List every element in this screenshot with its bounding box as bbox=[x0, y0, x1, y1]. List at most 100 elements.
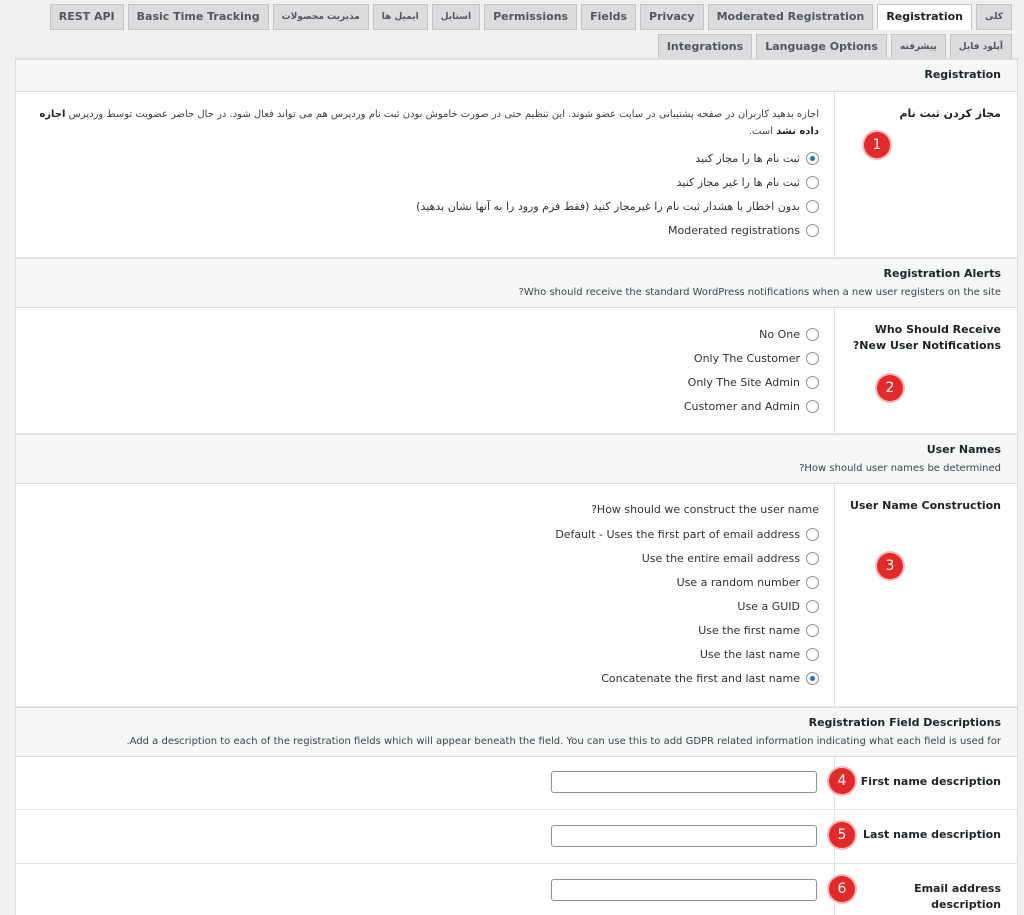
column-divider bbox=[834, 308, 835, 433]
radio-button[interactable] bbox=[806, 399, 819, 413]
step-badge: 3 bbox=[877, 553, 903, 579]
last-name-description-input[interactable] bbox=[551, 825, 817, 847]
option-label: No One bbox=[759, 327, 800, 341]
notifications-label: Who Should Receive New User Notification… bbox=[852, 323, 1001, 352]
tab-11[interactable]: آپلود فایل bbox=[949, 34, 1012, 60]
option-label: بدون اخطار یا هشدار ثبت نام را غیرمجاز ک… bbox=[416, 199, 800, 213]
option-label: Use a GUID bbox=[737, 599, 800, 613]
username-construction-options: Default - Uses the first part of email a… bbox=[555, 522, 819, 690]
tab-8[interactable]: مدیریت محصولات bbox=[272, 4, 369, 30]
option-label: Use the last name bbox=[699, 647, 800, 661]
username-construction-option[interactable]: Concatenate the first and last name bbox=[555, 666, 819, 690]
username-construction-option[interactable]: Use a random number bbox=[555, 570, 819, 594]
radio-button[interactable] bbox=[806, 351, 819, 365]
section-user-names: User Names How should user names be dete… bbox=[16, 434, 1017, 484]
tab-0[interactable]: کلی bbox=[975, 4, 1012, 30]
tab-13[interactable]: Language Options bbox=[756, 34, 887, 60]
first-name-description-input[interactable] bbox=[551, 771, 817, 793]
tab-5[interactable]: Permissions bbox=[484, 4, 578, 30]
row-email-description: Email address description 6 bbox=[16, 864, 1017, 915]
step-badge: 2 bbox=[877, 375, 903, 401]
tab-3[interactable]: Privacy bbox=[640, 4, 704, 30]
option-label: Concatenate the first and last name bbox=[601, 671, 800, 685]
username-construction-option[interactable]: Use the entire email address bbox=[555, 546, 819, 570]
radio-button[interactable] bbox=[806, 151, 819, 165]
option-label: ثبت نام ها را غیر مجاز کنید bbox=[676, 175, 800, 189]
radio-button[interactable] bbox=[806, 527, 819, 541]
section-description: How should user names be determined? bbox=[799, 463, 1001, 474]
section-field-descriptions: Registration Field Descriptions Add a de… bbox=[16, 707, 1017, 757]
option-label: Use a random number bbox=[676, 575, 800, 589]
allow-registration-label: مجاز کردن ثبت نام bbox=[899, 107, 1001, 120]
option-label: Moderated registrations bbox=[668, 223, 800, 237]
tab-4[interactable]: Fields bbox=[581, 4, 637, 30]
radio-button[interactable] bbox=[806, 623, 819, 637]
step-badge: 5 bbox=[829, 822, 855, 848]
row-first-name-description: First name description 4 bbox=[16, 757, 1017, 810]
option-label: Only The Site Admin bbox=[687, 375, 800, 389]
username-construction-option[interactable]: Use the last name bbox=[555, 642, 819, 666]
radio-button[interactable] bbox=[806, 375, 819, 389]
radio-button[interactable] bbox=[806, 575, 819, 589]
tab-6[interactable]: استایل bbox=[431, 4, 481, 30]
username-question: How should we construct the user name? bbox=[591, 503, 819, 516]
section-title: Registration Alerts bbox=[883, 267, 1001, 280]
tab-2[interactable]: Moderated Registration bbox=[707, 4, 874, 30]
tab-9[interactable]: Basic Time Tracking bbox=[127, 4, 269, 30]
option-label: Use the first name bbox=[698, 623, 800, 637]
tab-14[interactable]: Integrations bbox=[657, 34, 753, 60]
option-label: Only The Customer bbox=[693, 351, 800, 365]
allow-registration-option[interactable]: ثبت نام ها را غیر مجاز کنید bbox=[416, 170, 819, 194]
description-text: اجازه بدهید کاربران در صفحه پشتیبانی در … bbox=[68, 109, 819, 120]
tab-1[interactable]: Registration bbox=[877, 4, 972, 30]
notifications-option[interactable]: Only The Site Admin bbox=[684, 370, 819, 394]
step-badge: 1 bbox=[864, 132, 890, 158]
radio-button[interactable] bbox=[806, 647, 819, 661]
column-divider bbox=[834, 484, 835, 706]
row-last-name-description: Last name description 5 bbox=[16, 810, 1017, 864]
section-description: Add a description to each of the registr… bbox=[126, 736, 1001, 747]
username-construction-option[interactable]: Use the first name bbox=[555, 618, 819, 642]
section-registration-alerts: Registration Alerts Who should receive t… bbox=[16, 258, 1017, 308]
tab-10[interactable]: REST API bbox=[49, 4, 124, 30]
section-title: User Names bbox=[926, 443, 1001, 456]
option-label: Default - Uses the first part of email a… bbox=[555, 527, 800, 541]
notifications-option[interactable]: No One bbox=[684, 322, 819, 346]
first-name-description-label: First name description bbox=[860, 775, 1001, 788]
row-username-construction: User Name Construction How should we con… bbox=[16, 484, 1017, 707]
allow-registration-option[interactable]: بدون اخطار یا هشدار ثبت نام را غیرمجاز ک… bbox=[416, 194, 819, 218]
last-name-description-label: Last name description bbox=[863, 828, 1001, 841]
allow-registration-option[interactable]: Moderated registrations bbox=[416, 218, 819, 242]
email-description-input[interactable] bbox=[551, 879, 817, 901]
radio-button[interactable] bbox=[806, 327, 819, 341]
username-construction-option[interactable]: Default - Uses the first part of email a… bbox=[555, 522, 819, 546]
username-construction-option[interactable]: Use a GUID bbox=[555, 594, 819, 618]
step-badge: 4 bbox=[829, 768, 855, 794]
description-tail: است. bbox=[748, 126, 774, 137]
row-allow-registration: مجاز کردن ثبت نام اجازه بدهید کاربران در… bbox=[16, 92, 1017, 258]
allow-registration-options: ثبت نام ها را مجاز کنید ثبت نام ها را غیر… bbox=[416, 146, 819, 242]
option-label: ثبت نام ها را مجاز کنید bbox=[695, 151, 800, 165]
settings-tabs: کلی Registration Moderated Registration Pri… bbox=[12, 4, 1012, 60]
column-divider bbox=[834, 92, 835, 257]
notifications-option[interactable]: Only The Customer bbox=[684, 346, 819, 370]
allow-registration-option[interactable]: ثبت نام ها را مجاز کنید bbox=[416, 146, 819, 170]
section-title: Registration Field Descriptions bbox=[808, 716, 1001, 729]
radio-button[interactable] bbox=[806, 223, 819, 237]
radio-button[interactable] bbox=[806, 175, 819, 189]
tab-12[interactable]: پیشرفته bbox=[890, 34, 946, 60]
section-title: Registration bbox=[924, 68, 1001, 81]
email-description-label: Email address description bbox=[914, 882, 1001, 911]
radio-button[interactable] bbox=[806, 199, 819, 213]
section-description: Who should receive the standard WordPres… bbox=[518, 287, 1001, 298]
allow-registration-description: اجازه بدهید کاربران در صفحه پشتیبانی در … bbox=[39, 106, 819, 140]
option-label: Customer and Admin bbox=[683, 399, 800, 413]
tab-7[interactable]: ایمیل ها bbox=[372, 4, 428, 30]
notifications-option[interactable]: Customer and Admin bbox=[684, 394, 819, 418]
radio-button[interactable] bbox=[806, 551, 819, 565]
radio-button[interactable] bbox=[806, 671, 819, 685]
radio-button[interactable] bbox=[806, 599, 819, 613]
username-construction-label: User Name Construction bbox=[849, 499, 1001, 512]
notifications-options: No One Only The Customer Only The Site Adm… bbox=[684, 322, 819, 418]
section-registration: Registration bbox=[16, 59, 1017, 92]
